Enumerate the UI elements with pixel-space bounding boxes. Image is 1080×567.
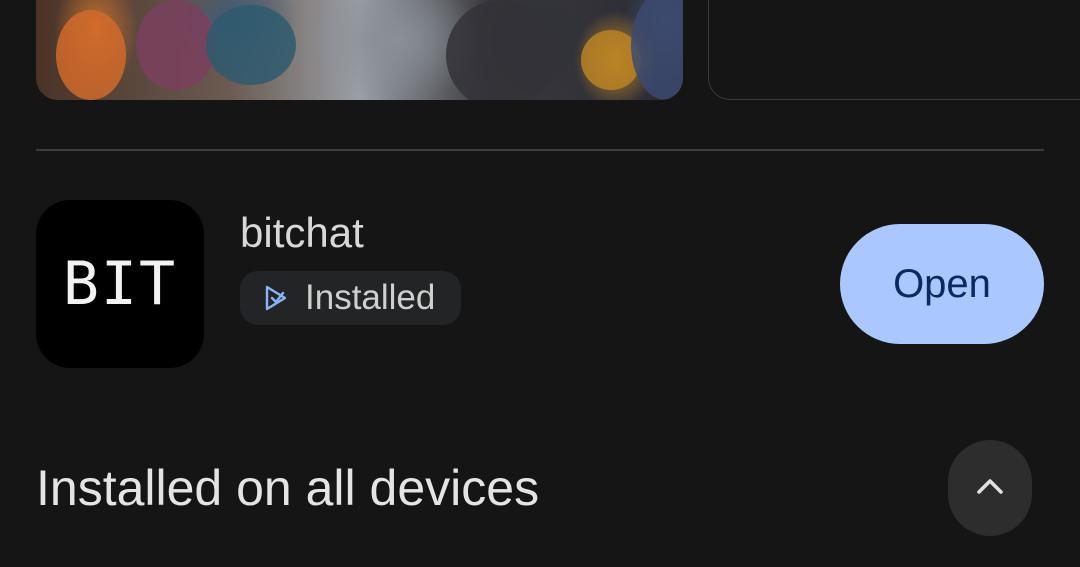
installed-status-chip: Installed <box>240 271 461 325</box>
media-photo-detail <box>206 5 296 85</box>
media-photo-detail <box>631 0 683 100</box>
media-screenshot-card[interactable] <box>36 0 683 100</box>
collapse-section-button[interactable] <box>948 440 1032 536</box>
chevron-up-icon <box>973 469 1007 508</box>
play-store-icon <box>261 283 291 313</box>
section-title: Installed on all devices <box>36 460 540 516</box>
installed-status-label: Installed <box>305 278 436 317</box>
open-button[interactable]: Open <box>840 224 1044 344</box>
media-screenshot-card-next[interactable] <box>708 0 1080 100</box>
media-photo-detail <box>446 0 556 100</box>
app-icon-text: BIT <box>62 249 178 319</box>
media-photo-detail <box>136 0 216 90</box>
section-divider <box>36 149 1044 151</box>
app-name[interactable]: bitchat <box>240 205 364 261</box>
app-details-screen: BIT bitchat Installed Open Installed on … <box>0 0 1080 567</box>
app-icon[interactable]: BIT <box>36 200 204 368</box>
media-photo-detail <box>56 10 126 100</box>
